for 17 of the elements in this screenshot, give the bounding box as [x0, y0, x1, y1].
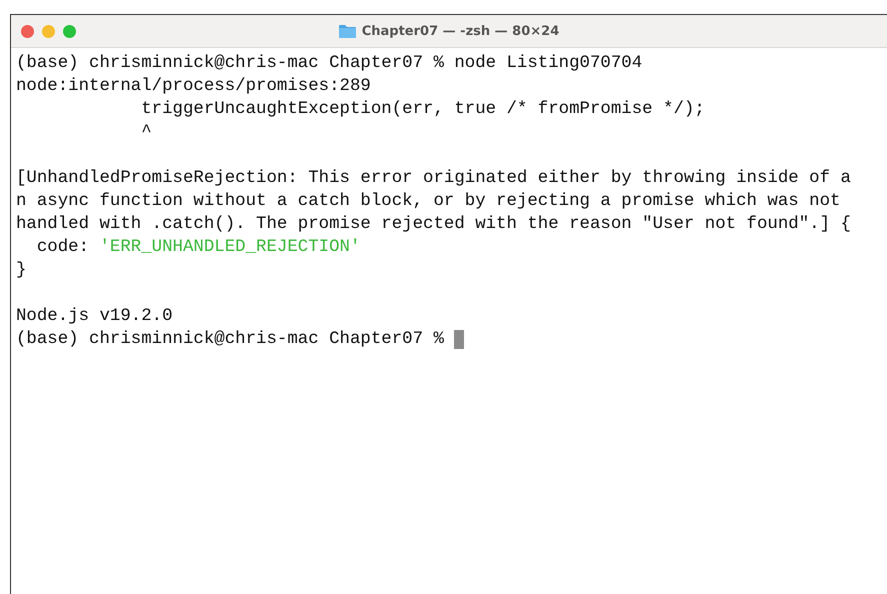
terminal-line: Node.js v19.2.0 [16, 306, 173, 328]
close-button[interactable] [21, 24, 34, 38]
folder-icon [338, 24, 356, 38]
minimize-button[interactable] [42, 24, 55, 38]
terminal-line: handled with .catch(). The promise rejected with the reason "User not found".] { [16, 214, 851, 236]
terminal-line: ^ [140, 122, 152, 144]
terminal-line: code: [36, 237, 90, 259]
terminal-line: [UnhandledPromiseRejection: This error originated either by throwing inside of a [16, 168, 851, 190]
terminal-line: triggerUncaughtException(err, true /* fromPromise */); [140, 99, 705, 121]
terminal-line: (base) chrisminnick@chris-mac Chapter07 % [16, 329, 445, 351]
terminal-line: n async function without a catch block, or by rejecting a promise which was not [16, 191, 840, 213]
string-value: 'ERR_UNHANDLED_REJECTION' [100, 237, 360, 259]
terminal-line: node:internal/process/promises:289 [16, 76, 371, 98]
terminal-line: } [16, 260, 26, 282]
terminal-line: (base) chrisminnick@chris-mac Chapter07 % node Listing070704 [16, 53, 642, 75]
zoom-button[interactable] [63, 24, 76, 38]
window-title: Chapter07 — -zsh — 80×24 [362, 24, 560, 38]
